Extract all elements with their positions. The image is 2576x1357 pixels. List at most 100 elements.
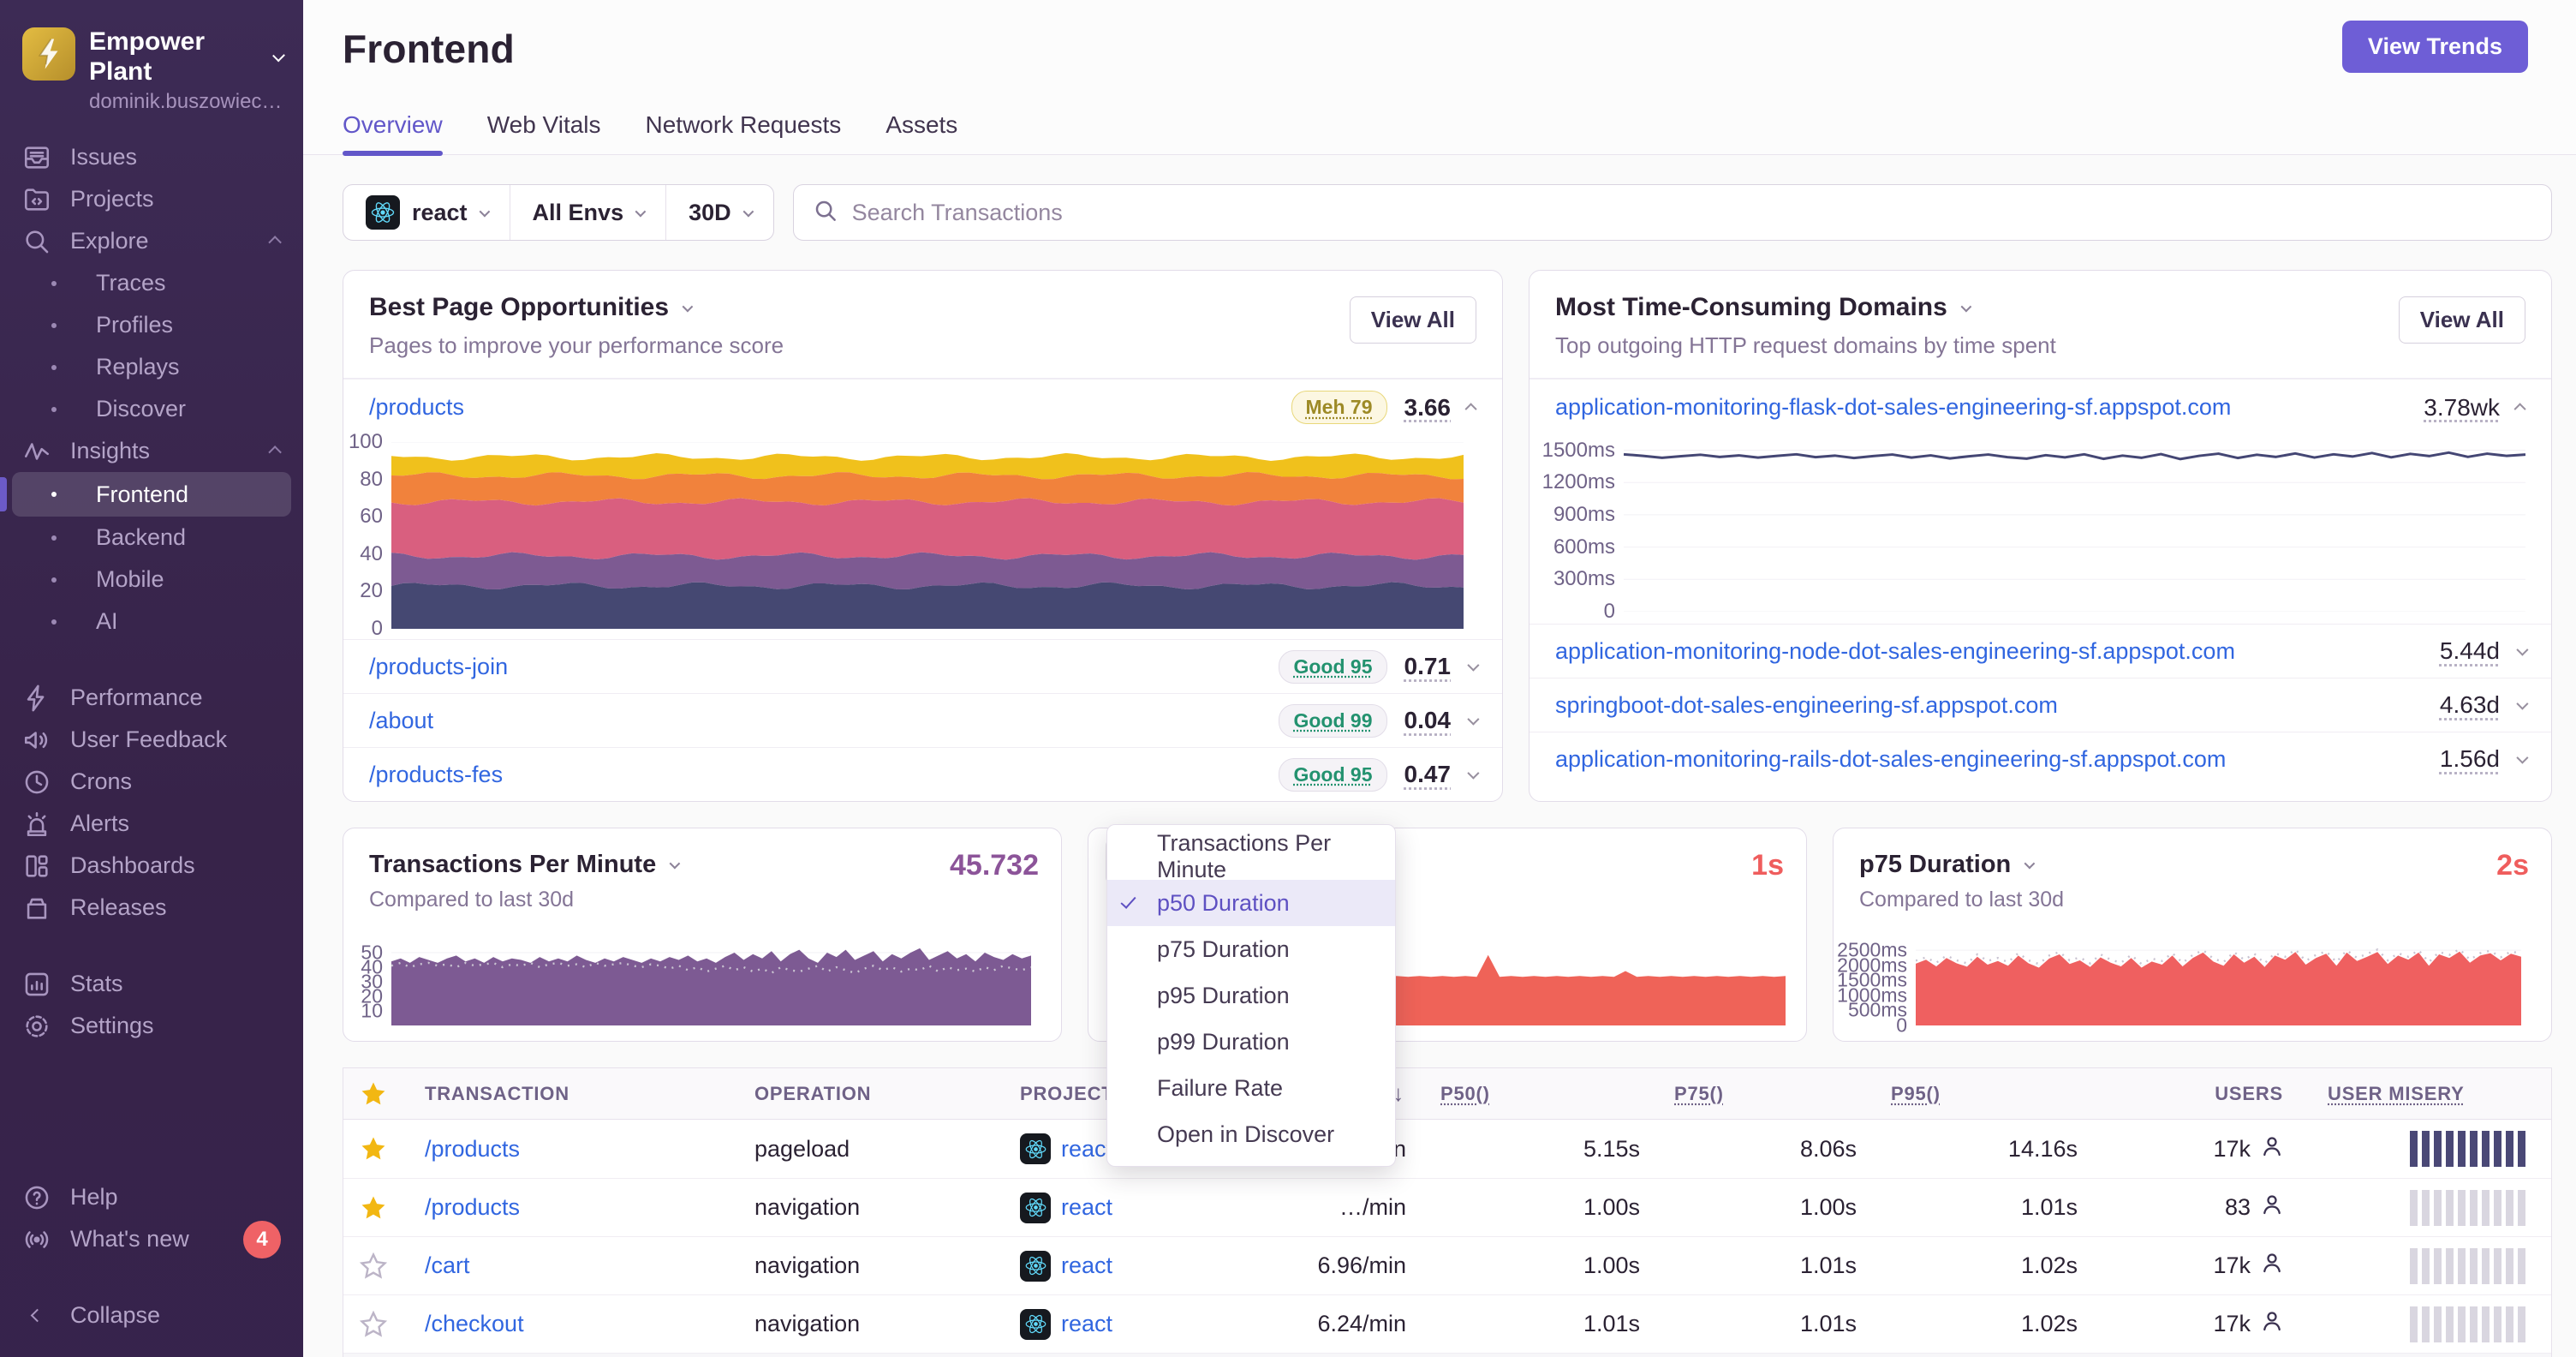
domains-title[interactable]: Most Time-Consuming Domains bbox=[1555, 293, 2525, 322]
p75-title[interactable]: p75 Duration bbox=[1834, 828, 2551, 879]
chart-plot[interactable] bbox=[1915, 938, 2522, 1026]
project-cell[interactable]: react bbox=[1020, 1308, 1112, 1340]
search-input[interactable] bbox=[851, 199, 2532, 226]
score-badge[interactable]: Good 99 bbox=[1279, 703, 1387, 738]
sidebar-item-stats[interactable]: Stats bbox=[0, 963, 303, 1005]
transaction-link[interactable]: /products bbox=[425, 1194, 520, 1221]
col-header-operation[interactable]: OPERATION bbox=[733, 1083, 999, 1105]
tab-web-vitals[interactable]: Web Vitals bbox=[487, 111, 601, 154]
sidebar-group-explore[interactable]: Explore bbox=[0, 220, 303, 262]
menu-item-p75-duration[interactable]: p75 Duration bbox=[1107, 926, 1395, 972]
environment-filter[interactable]: All Envs bbox=[509, 185, 666, 240]
col-header-p50[interactable]: P50() bbox=[1440, 1083, 1490, 1105]
date-range-filter[interactable]: 30D bbox=[665, 185, 773, 240]
sidebar-collapse-button[interactable]: Collapse bbox=[0, 1294, 303, 1336]
chevron-down-icon[interactable] bbox=[1467, 713, 1480, 726]
sidebar-item-performance[interactable]: Performance bbox=[0, 677, 303, 719]
sidebar-item-mobile[interactable]: Mobile bbox=[0, 559, 303, 601]
opportunity-score[interactable]: 0.71 bbox=[1404, 653, 1452, 680]
score-badge[interactable]: Good 95 bbox=[1279, 757, 1387, 792]
project-filter[interactable]: react bbox=[343, 185, 510, 240]
sidebar-item-dashboards[interactable]: Dashboards bbox=[0, 845, 303, 887]
opportunity-score[interactable]: 3.66 bbox=[1404, 394, 1452, 421]
col-header-users[interactable]: USERS bbox=[2078, 1083, 2285, 1105]
best-pages-title[interactable]: Best Page Opportunities bbox=[369, 293, 1476, 322]
sidebar-group-insights[interactable]: Insights bbox=[0, 430, 303, 472]
domain-link[interactable]: springboot-dot-sales-engineering-sf.apps… bbox=[1555, 692, 2058, 719]
chevron-down-icon[interactable] bbox=[2516, 697, 2529, 710]
col-header-user-misery[interactable]: USER MISERY bbox=[2328, 1083, 2465, 1105]
star-icon[interactable] bbox=[343, 1193, 403, 1222]
menu-item-p99-duration[interactable]: p99 Duration bbox=[1107, 1019, 1395, 1065]
transaction-link[interactable]: /cart bbox=[425, 1252, 470, 1279]
chevron-down-icon[interactable] bbox=[2516, 751, 2529, 764]
sidebar-item-alerts[interactable]: Alerts bbox=[0, 803, 303, 845]
domain-duration-line-chart[interactable]: 1500ms 1200ms 900ms 600ms 300ms 0 bbox=[1530, 435, 2551, 624]
menu-item-transactions-per-minute[interactable]: Transactions Per Minute bbox=[1107, 830, 1395, 882]
sidebar-item-releases[interactable]: Releases bbox=[0, 887, 303, 929]
sidebar-item-user-feedback[interactable]: User Feedback bbox=[0, 719, 303, 761]
best-pages-view-all-button[interactable]: View All bbox=[1349, 296, 1476, 344]
domains-view-all-button[interactable]: View All bbox=[2398, 296, 2525, 344]
star-icon[interactable] bbox=[343, 1134, 403, 1163]
sidebar-item-whats-new[interactable]: What's new 4 bbox=[0, 1218, 303, 1260]
domain-time-value[interactable]: 4.63d bbox=[2440, 691, 2500, 719]
star-icon[interactable] bbox=[343, 1310, 403, 1339]
sidebar-item-frontend[interactable]: Frontend bbox=[0, 472, 291, 517]
domain-link[interactable]: application-monitoring-flask-dot-sales-e… bbox=[1555, 394, 2231, 421]
menu-item-failure-rate[interactable]: Failure Rate bbox=[1107, 1065, 1395, 1111]
star-header-icon[interactable] bbox=[343, 1079, 403, 1109]
chevron-up-icon[interactable] bbox=[2513, 402, 2526, 415]
sidebar-item-help[interactable]: Help bbox=[0, 1176, 303, 1218]
col-header-p95[interactable]: P95() bbox=[1891, 1083, 1941, 1105]
chart-plot[interactable] bbox=[1623, 444, 2526, 613]
transaction-link[interactable]: /about bbox=[369, 708, 433, 734]
star-icon[interactable] bbox=[343, 1252, 403, 1281]
sidebar-item-crons[interactable]: Crons bbox=[0, 761, 303, 803]
col-header-p75[interactable]: P75() bbox=[1674, 1083, 1724, 1105]
menu-item-p50-duration[interactable]: p50 Duration bbox=[1107, 880, 1395, 926]
opportunity-score[interactable]: 0.47 bbox=[1404, 761, 1452, 788]
tab-network-requests[interactable]: Network Requests bbox=[646, 111, 842, 154]
menu-item-open-in-discover[interactable]: Open in Discover bbox=[1107, 1111, 1395, 1157]
page-score-stacked-chart[interactable]: 100 80 60 40 20 0 bbox=[343, 430, 1502, 640]
sidebar-item-profiles[interactable]: Profiles bbox=[0, 304, 303, 346]
sidebar-item-discover[interactable]: Discover bbox=[0, 388, 303, 430]
sidebar-item-replays[interactable]: Replays bbox=[0, 346, 303, 388]
domain-time-value[interactable]: 3.78wk bbox=[2424, 394, 2500, 421]
sidebar-item-backend[interactable]: Backend bbox=[0, 517, 303, 559]
domain-link[interactable]: application-monitoring-node-dot-sales-en… bbox=[1555, 638, 2235, 665]
project-cell[interactable]: react bbox=[1020, 1192, 1112, 1223]
domain-link[interactable]: application-monitoring-rails-dot-sales-e… bbox=[1555, 746, 2226, 773]
score-badge[interactable]: Good 95 bbox=[1279, 649, 1387, 684]
tab-assets[interactable]: Assets bbox=[886, 111, 957, 154]
chart-plot[interactable] bbox=[391, 938, 1032, 1025]
tab-overview[interactable]: Overview bbox=[343, 111, 443, 156]
chevron-down-icon[interactable] bbox=[2516, 643, 2529, 656]
tpm-area-chart[interactable]: 50 40 30 20 10 bbox=[354, 938, 1032, 1025]
transaction-link[interactable]: /products-join bbox=[369, 654, 508, 680]
chevron-up-icon[interactable] bbox=[1464, 402, 1477, 415]
p75-area-chart[interactable]: 2500ms 2000ms 1500ms 1000ms 500ms 0 bbox=[1837, 938, 2522, 1037]
sidebar-item-traces[interactable]: Traces bbox=[0, 262, 303, 304]
opportunity-score[interactable]: 0.04 bbox=[1404, 707, 1452, 734]
transaction-link[interactable]: /products-fes bbox=[369, 762, 503, 788]
sidebar-item-settings[interactable]: Settings bbox=[0, 1005, 303, 1047]
chevron-down-icon[interactable] bbox=[1467, 659, 1480, 672]
chevron-down-icon[interactable] bbox=[1467, 767, 1480, 780]
project-cell[interactable]: react bbox=[1020, 1133, 1112, 1164]
transaction-link[interactable]: /products bbox=[369, 394, 464, 421]
view-trends-button[interactable]: View Trends bbox=[2341, 21, 2528, 73]
org-switcher[interactable]: Empower Plant dominik.buszowiec… bbox=[0, 19, 303, 136]
sidebar-item-projects[interactable]: Projects bbox=[0, 178, 303, 220]
transaction-link[interactable]: /products bbox=[425, 1136, 520, 1163]
chart-plot[interactable] bbox=[391, 441, 1464, 630]
col-header-transaction[interactable]: TRANSACTION bbox=[403, 1083, 733, 1105]
transaction-link[interactable]: /checkout bbox=[425, 1311, 524, 1337]
sidebar-item-ai[interactable]: AI bbox=[0, 601, 303, 643]
domain-time-value[interactable]: 1.56d bbox=[2440, 745, 2500, 773]
project-cell[interactable]: react bbox=[1020, 1250, 1112, 1282]
sidebar-item-issues[interactable]: Issues bbox=[0, 136, 303, 178]
domain-time-value[interactable]: 5.44d bbox=[2440, 637, 2500, 665]
score-badge[interactable]: Meh 79 bbox=[1291, 391, 1387, 424]
